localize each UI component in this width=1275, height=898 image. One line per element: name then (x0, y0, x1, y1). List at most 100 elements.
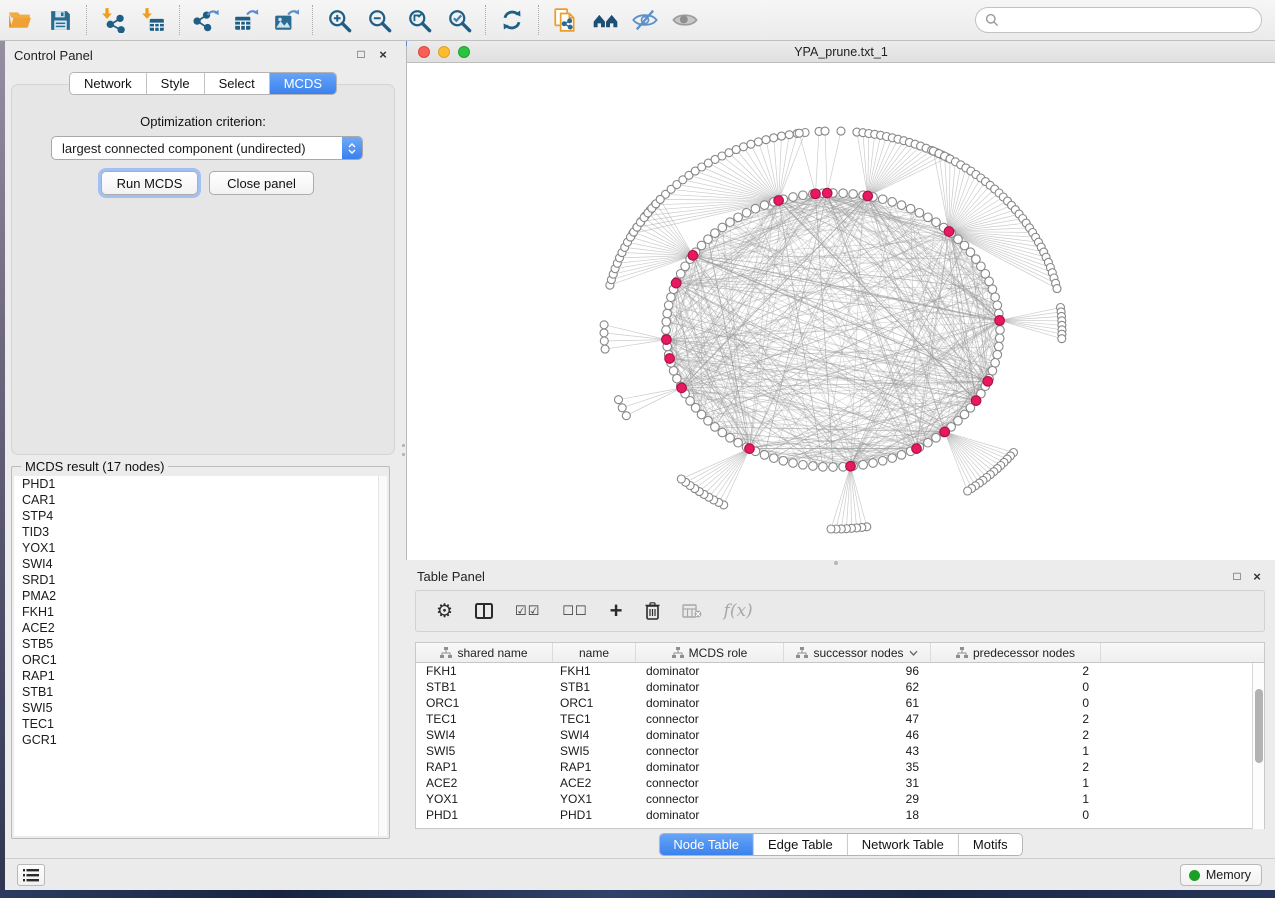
tab-network[interactable]: Network (70, 73, 147, 94)
table-cell[interactable]: 61 (784, 695, 931, 711)
optimization-criterion-select[interactable]: largest connected component (undirected) (51, 136, 363, 160)
network-node[interactable] (859, 461, 868, 470)
network-node[interactable] (993, 301, 1002, 310)
tab-motifs[interactable]: Motifs (959, 834, 1022, 855)
table-row[interactable]: STB1STB1dominator620 (416, 679, 1264, 695)
network-node[interactable] (799, 461, 808, 470)
table-row[interactable]: SWI4SWI4dominator462 (416, 727, 1264, 743)
delete-column-trash-icon[interactable] (645, 602, 660, 620)
table-cell[interactable]: 43 (784, 743, 931, 759)
network-node[interactable] (663, 309, 672, 318)
network-node[interactable] (819, 463, 828, 472)
table-cell[interactable]: RAP1 (553, 759, 636, 775)
tab-node-table[interactable]: Node Table (659, 834, 754, 855)
network-node[interactable] (869, 459, 878, 468)
import-table-button[interactable] (133, 3, 173, 37)
table-cell[interactable]: dominator (636, 695, 784, 711)
table-cell[interactable]: STB1 (553, 679, 636, 695)
mcds-hub-node[interactable] (774, 196, 784, 206)
leaf-node[interactable] (795, 129, 803, 137)
show-hidden-button[interactable] (665, 3, 705, 37)
table-cell[interactable]: 0 (931, 679, 1101, 695)
network-node[interactable] (878, 457, 887, 466)
mcds-result-item[interactable]: PMA2 (14, 588, 387, 604)
table-cell[interactable]: 96 (784, 663, 931, 679)
network-node[interactable] (924, 213, 933, 222)
table-cell[interactable]: 35 (784, 759, 931, 775)
mcds-hub-node[interactable] (677, 383, 687, 393)
leaf-node[interactable] (677, 475, 685, 483)
table-cell[interactable]: connector (636, 775, 784, 791)
mcds-result-item[interactable]: CAR1 (14, 492, 387, 508)
network-node[interactable] (662, 317, 671, 326)
leaf-node[interactable] (1053, 285, 1061, 293)
table-cell[interactable]: PHD1 (416, 807, 553, 823)
table-cell[interactable]: SWI4 (553, 727, 636, 743)
table-cell[interactable]: TEC1 (553, 711, 636, 727)
network-node[interactable] (988, 285, 997, 294)
network-canvas[interactable] (407, 63, 1275, 560)
table-cell[interactable]: ORC1 (553, 695, 636, 711)
column-header-predecessor-nodes[interactable]: predecessor nodes (931, 643, 1101, 662)
table-settings-gear-icon[interactable]: ⚙ (436, 602, 453, 621)
mcds-result-list[interactable]: PHD1CAR1STP4TID3YOX1SWI4SRD1PMA2FKH1ACE2… (14, 476, 387, 836)
table-row[interactable]: FKH1FKH1dominator962 (416, 663, 1264, 679)
leaf-node[interactable] (762, 136, 770, 144)
table-cell[interactable]: FKH1 (553, 663, 636, 679)
table-cell[interactable]: 0 (931, 695, 1101, 711)
column-header-successor-nodes[interactable]: successor nodes (784, 643, 931, 662)
export-network-button[interactable] (186, 3, 226, 37)
search-field[interactable] (975, 7, 1262, 33)
network-node[interactable] (718, 223, 727, 232)
leaf-node[interactable] (785, 131, 793, 139)
network-graph[interactable] (407, 63, 1275, 560)
add-column-icon[interactable]: + (610, 600, 623, 622)
network-node[interactable] (906, 204, 915, 213)
table-cell[interactable]: dominator (636, 663, 784, 679)
table-cell[interactable]: 1 (931, 791, 1101, 807)
network-node[interactable] (897, 451, 906, 460)
mcds-hub-node[interactable] (940, 427, 950, 437)
network-node[interactable] (667, 293, 676, 302)
table-cell[interactable]: connector (636, 743, 784, 759)
mcds-hub-node[interactable] (665, 354, 675, 364)
mcds-hub-node[interactable] (944, 227, 954, 237)
column-selector-icon[interactable] (475, 603, 493, 619)
leaf-node[interactable] (622, 412, 630, 420)
table-cell[interactable]: 47 (784, 711, 931, 727)
open-file-button[interactable] (0, 3, 40, 37)
table-cell[interactable]: 2 (931, 727, 1101, 743)
leaf-node[interactable] (600, 321, 608, 329)
table-cell[interactable]: 18 (784, 807, 931, 823)
mcds-hub-node[interactable] (863, 191, 873, 201)
mcds-hub-node[interactable] (671, 278, 681, 288)
leaf-node[interactable] (600, 329, 608, 337)
mcds-result-item[interactable]: RAP1 (14, 668, 387, 684)
table-cell[interactable]: ACE2 (553, 775, 636, 791)
mcds-result-item[interactable]: GCR1 (14, 732, 387, 748)
table-cell[interactable]: YOX1 (416, 791, 553, 807)
table-scrollbar-track[interactable] (1252, 663, 1264, 829)
search-input[interactable] (1005, 13, 1261, 28)
table-cell[interactable]: 2 (931, 711, 1101, 727)
table-cell[interactable]: RAP1 (416, 759, 553, 775)
network-node[interactable] (770, 454, 779, 463)
table-cell[interactable]: 2 (931, 759, 1101, 775)
mcds-result-item[interactable]: TEC1 (14, 716, 387, 732)
export-table-button[interactable] (226, 3, 266, 37)
network-node[interactable] (915, 209, 924, 218)
memory-button[interactable]: Memory (1180, 864, 1262, 886)
network-node[interactable] (799, 191, 808, 200)
zoom-out-button[interactable] (359, 3, 399, 37)
network-node[interactable] (718, 428, 727, 437)
mcds-hub-node[interactable] (846, 461, 856, 471)
leaf-node[interactable] (747, 140, 755, 148)
table-cell[interactable]: ORC1 (416, 695, 553, 711)
mcds-hub-node[interactable] (811, 189, 821, 199)
network-node[interactable] (993, 350, 1002, 359)
refresh-button[interactable] (492, 3, 532, 37)
zoom-fit-button[interactable] (399, 3, 439, 37)
table-cell[interactable]: dominator (636, 727, 784, 743)
mcds-result-item[interactable]: ACE2 (14, 620, 387, 636)
table-cell[interactable]: 0 (931, 807, 1101, 823)
